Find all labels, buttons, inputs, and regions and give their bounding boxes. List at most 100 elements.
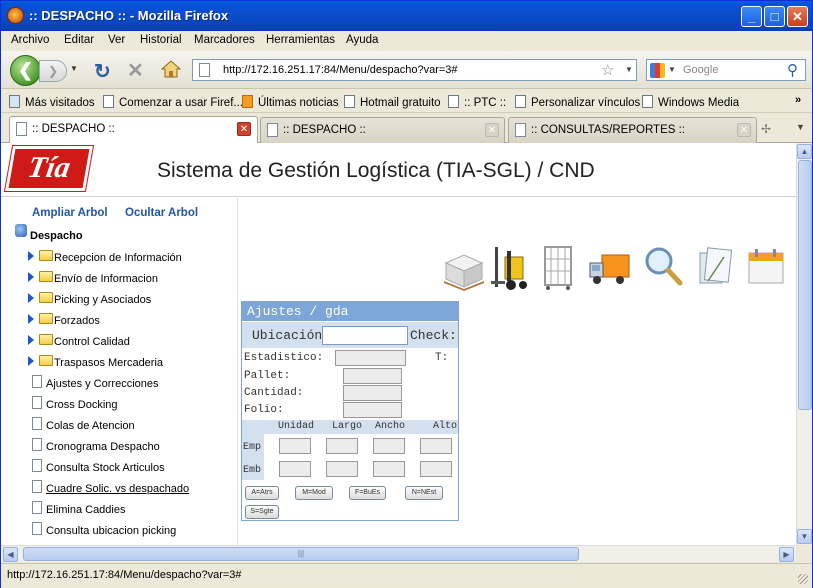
resize-grip-icon[interactable] [798, 574, 808, 584]
tab-despacho-1[interactable]: :: DESPACHO :: ✕ [9, 116, 258, 144]
emp-unidad-field[interactable] [279, 438, 311, 454]
page-icon [103, 95, 114, 108]
menu-ayuda[interactable]: Ayuda [346, 34, 378, 46]
menu-historial[interactable]: Historial [140, 34, 182, 46]
nuevo-est-button[interactable]: N=NEst [405, 486, 443, 500]
close-button[interactable]: ✕ [787, 6, 808, 27]
tab-despacho-2[interactable]: :: DESPACHO :: ✕ [260, 117, 505, 143]
tab-close-icon[interactable]: ✕ [737, 123, 751, 137]
tab-consultas-reportes[interactable]: :: CONSULTAS/REPORTES :: ✕ [508, 117, 757, 143]
menu-herramientas[interactable]: Herramientas [266, 34, 335, 46]
bookmark-ultimas-noticias[interactable]: Últimas noticias [242, 95, 339, 109]
emp-alto-field[interactable] [420, 438, 452, 454]
pallet-icon[interactable] [442, 243, 484, 291]
vertical-scrollbar[interactable]: ▲ ▼ [796, 143, 812, 545]
bookmark-ptc[interactable]: :: PTC :: [448, 95, 506, 109]
scroll-down-icon[interactable]: ▼ [797, 529, 812, 544]
url-input[interactable]: http://172.16.251.17:84/Menu/despacho?va… [223, 64, 458, 76]
bookmark-windows-media[interactable]: Windows Media [642, 95, 739, 109]
menu-archivo[interactable]: Archivo [11, 34, 49, 46]
atras-button[interactable]: A=Atrs [245, 486, 279, 500]
document-icon [32, 459, 42, 472]
home-icon[interactable] [161, 60, 181, 78]
bookmark-star-icon[interactable]: ☆ [601, 61, 614, 79]
back-button[interactable]: ❮ [10, 55, 41, 86]
siguiente-button[interactable]: S=Sgte [245, 505, 279, 519]
expand-arrow-icon[interactable] [28, 272, 34, 282]
url-dropdown-icon[interactable]: ▼ [625, 65, 633, 74]
search-engine-dropdown-icon[interactable]: ▼ [668, 65, 676, 74]
horizontal-scroll-thumb[interactable]: ||| [23, 547, 579, 561]
title-bar[interactable]: :: DESPACHO :: - Mozilla Firefox _ □ ✕ [1, 1, 812, 31]
ubicacion-input[interactable] [322, 326, 408, 345]
cantidad-field[interactable] [343, 385, 402, 401]
folder-icon [39, 334, 53, 345]
scroll-corner [796, 545, 812, 562]
menu-ver[interactable]: Ver [108, 34, 125, 46]
search-magnifier-icon[interactable]: ⚲ [787, 61, 798, 79]
tree-item-label: Consulta ubicacion picking [46, 525, 177, 537]
expand-tree-link[interactable]: Ampliar Arbol [32, 207, 108, 219]
minimize-button[interactable]: _ [741, 6, 762, 27]
address-bar[interactable]: http://172.16.251.17:84/Menu/despacho?va… [192, 59, 637, 81]
search-input[interactable]: Google [683, 64, 718, 76]
window-title: :: DESPACHO :: - Mozilla Firefox [29, 8, 229, 23]
pallet-field[interactable] [343, 368, 402, 384]
maximize-button[interactable]: □ [764, 6, 785, 27]
emb-unidad-field[interactable] [279, 461, 311, 477]
expand-arrow-icon[interactable] [28, 335, 34, 345]
scroll-right-icon[interactable]: ▶ [779, 547, 794, 562]
navigation-toolbar: ❮ ❯ ▼ ↻ ✕ http://172.16.251.17:84/Menu/d… [1, 51, 812, 89]
google-icon[interactable] [650, 63, 665, 78]
calendar-icon[interactable] [745, 243, 787, 291]
tab-list-dropdown-icon[interactable]: ▼ [796, 122, 805, 132]
bookmark-label: Últimas noticias [258, 97, 339, 109]
estadistico-field[interactable] [335, 350, 406, 366]
bookmark-hotmail[interactable]: Hotmail gratuito [344, 95, 441, 109]
tab-close-icon[interactable]: ✕ [237, 122, 251, 136]
tab-close-icon[interactable]: ✕ [485, 123, 499, 137]
search-bar[interactable]: ▼ Google ⚲ [646, 59, 806, 81]
dimensions-header: Unidad Largo Ancho Alto [242, 420, 458, 434]
expand-arrow-icon[interactable] [28, 314, 34, 324]
bookmarks-overflow-icon[interactable]: » [795, 94, 801, 106]
bookmark-comenzar[interactable]: Comenzar a usar Firef... [103, 95, 243, 109]
emb-ancho-field[interactable] [373, 461, 405, 477]
folio-field[interactable] [343, 402, 402, 418]
forklift-icon[interactable] [489, 243, 531, 291]
horizontal-scrollbar[interactable]: ◀ ||| ▶ [1, 545, 796, 562]
scroll-up-icon[interactable]: ▲ [797, 144, 812, 159]
menu-marcadores[interactable]: Marcadores [194, 34, 255, 46]
tree-root-label: Despacho [30, 230, 83, 242]
emp-largo-field[interactable] [326, 438, 358, 454]
document-icon [32, 522, 42, 535]
magnifier-icon[interactable] [642, 243, 684, 291]
ubicacion-row: Ubicación: Check: [242, 322, 458, 348]
expand-arrow-icon[interactable] [28, 251, 34, 261]
reload-icon[interactable]: ↻ [94, 59, 111, 84]
emp-ancho-field[interactable] [373, 438, 405, 454]
emb-largo-field[interactable] [326, 461, 358, 477]
page-icon [448, 95, 459, 108]
documents-icon[interactable] [694, 243, 736, 291]
vertical-scroll-thumb[interactable] [798, 160, 812, 410]
delivery-truck-icon[interactable] [588, 243, 630, 291]
buscar-button[interactable]: F=BuEs [349, 486, 386, 500]
expand-arrow-icon[interactable] [28, 293, 34, 303]
history-dropdown-icon[interactable]: ▼ [70, 64, 78, 73]
page-icon [199, 63, 210, 77]
forward-button[interactable]: ❯ [39, 60, 67, 82]
cage-cart-icon[interactable] [537, 243, 579, 291]
bookmark-mas-visitados[interactable]: Más visitados [9, 95, 95, 109]
maximize-icon: □ [770, 9, 779, 24]
hide-tree-link[interactable]: Ocultar Arbol [125, 207, 198, 219]
modificar-button[interactable]: M=Mod [295, 486, 333, 500]
tree-item-label: Elimina Caddies [46, 504, 126, 516]
stop-icon[interactable]: ✕ [127, 58, 144, 83]
menu-editar[interactable]: Editar [64, 34, 94, 46]
new-tab-icon[interactable]: ✢ [761, 122, 771, 136]
emb-alto-field[interactable] [420, 461, 452, 477]
scroll-left-icon[interactable]: ◀ [3, 547, 18, 562]
expand-arrow-icon[interactable] [28, 356, 34, 366]
bookmark-personalizar[interactable]: Personalizar vínculos [515, 95, 640, 109]
